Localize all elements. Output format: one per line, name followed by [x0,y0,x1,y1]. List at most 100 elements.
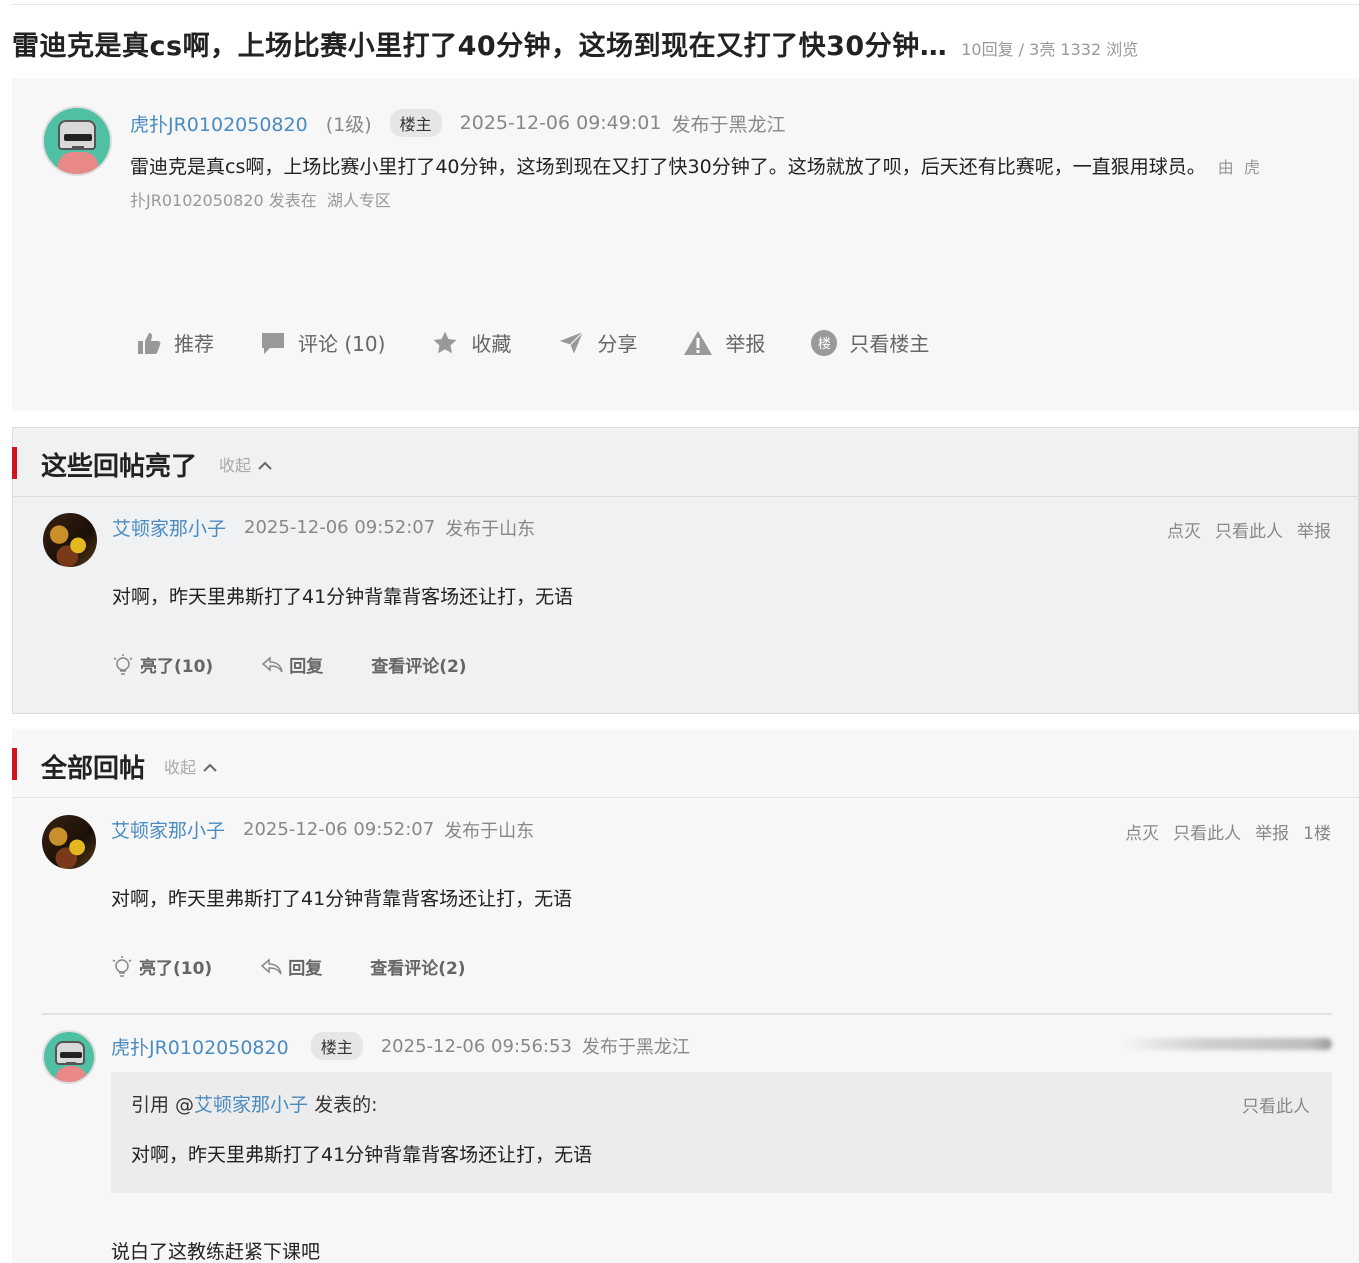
source-board[interactable]: 湖人专区 [327,191,391,210]
reply-location: 发布于黑龙江 [581,1037,690,1058]
highlight-section-title: 这些回帖亮了 [41,452,198,482]
all-replies-title: 全部回帖 [41,754,146,784]
only-this-user-button[interactable]: 只看此人 [1215,517,1283,542]
op-badge: 楼主 [389,109,442,137]
reply-actions: 亮了(10) 回复 查看评论(2) [111,954,514,979]
reply-button[interactable]: 回复 [260,954,322,979]
share-button[interactable]: 分享 [557,328,637,357]
reply-content: 对啊，昨天里弗斯打了41分钟背靠背客场还让打，无语 [112,586,574,608]
reply-content: 对啊，昨天里弗斯打了41分钟背靠背客场还让打，无语 [111,888,573,910]
comment-button[interactable]: 评论 (10) [260,328,385,357]
quote-content: 对啊，昨天里弗斯打了41分钟背靠背客场还让打，无语 [131,1144,593,1166]
reply-location: 发布于山东 [444,820,535,842]
thread-title: 雷迪克是真cs啊，上场比赛小里打了40分钟，这场到现在又打了快30分钟… [12,31,948,62]
thread-header: 雷迪克是真cs啊，上场比赛小里打了40分钟，这场到现在又打了快30分钟… 10回… [12,24,1138,64]
avatar[interactable] [43,513,97,567]
view-comments-button[interactable]: 查看评论(2) [371,652,466,677]
reply-content: 说白了这教练赶紧下课吧 [111,1241,321,1263]
view-comments-label: 查看评论(2) [370,959,466,979]
lightbulb-icon [112,955,132,977]
lightbulb-icon [113,653,133,675]
reply-location: 发布于山东 [445,518,536,540]
star-icon [434,331,457,353]
only-op-button[interactable]: 楼 只看楼主 [811,328,929,357]
all-collapse-toggle[interactable]: 收起 [164,754,217,778]
source-mid: 发表在 [268,191,317,210]
post-actions: 推荐 评论 (10) 收藏 分享 举报 楼 只看楼主 [136,328,975,357]
share-label: 分享 [597,332,638,356]
collapse-label: 收起 [219,456,252,475]
comment-icon [262,332,284,354]
report-link[interactable]: 举报 [1255,819,1289,844]
warning-icon [684,330,713,355]
only-this-user-button[interactable]: 只看此人 [1173,819,1241,844]
thumbs-up-icon [138,332,161,354]
reply-button[interactable]: 回复 [261,652,323,677]
recommend-button[interactable]: 推荐 [136,328,214,357]
light-label: 亮了(10) [139,959,213,979]
quote-only-this-user-button[interactable]: 只看此人 [1242,1092,1310,1117]
reply-author-link[interactable]: 艾顿家那小子 [112,514,226,541]
reply-actions: 亮了(10) 回复 查看评论(2) [112,652,515,677]
favorite-label: 收藏 [471,332,512,356]
reply-datetime: 2025-12-06 09:52:07 [243,819,435,840]
thread-stats: 10回复 / 3亮 1332 浏览 [961,40,1139,59]
recommend-label: 推荐 [174,332,214,356]
post-content: 雷迪克是真cs啊，上场比赛小里打了40分钟，这场到现在又打了快30分钟了。这场就… [130,156,1206,178]
view-comments-button[interactable]: 查看评论(2) [370,954,465,979]
chevron-up-icon [203,763,217,772]
reply-divider [42,1013,1332,1015]
light-button[interactable]: 亮了(10) [112,652,213,677]
avatar[interactable] [42,106,112,176]
blurred-tools [1120,1038,1332,1050]
quote-suffix: 发表的: [308,1094,378,1116]
post-location: 发布于黑龙江 [671,113,786,136]
light-button[interactable]: 亮了(10) [111,954,212,979]
report-link[interactable]: 举报 [1297,517,1331,542]
quote-header: 引用 @艾顿家那小子 发表的: [131,1090,378,1117]
main-post: 虎扑JR0102050820 (1级) 楼主 2025-12-06 09:49:… [12,78,1359,411]
reply-author-link[interactable]: 艾顿家那小子 [111,816,225,843]
reply-meta: 艾顿家那小子 2025-12-06 09:52:07 发布于山东 [111,816,534,843]
author-link[interactable]: 虎扑JR0102050820 [130,110,308,137]
dislike-button[interactable]: 点灭 [1167,517,1201,542]
section-divider [12,496,1359,497]
chevron-up-icon [258,461,272,470]
reply-datetime: 2025-12-06 09:52:07 [244,517,436,538]
reply-label: 回复 [289,657,324,677]
source-prefix: 由 [1217,158,1234,177]
quote-block: 引用 @艾顿家那小子 发表的: 只看此人 对啊，昨天里弗斯打了41分钟背靠背客场… [111,1072,1332,1193]
reply-datetime: 2025-12-06 09:56:53 [380,1035,572,1057]
post-body: 雷迪克是真cs啊，上场比赛小里打了40分钟，这场到现在又打了快30分钟了。这场就… [130,151,1260,217]
view-comments-label: 查看评论(2) [371,657,467,677]
reply-tools: 点灭 只看此人 举报 [1153,517,1331,542]
highlight-collapse-toggle[interactable]: 收起 [219,452,272,476]
user-level: (1级) [325,113,372,136]
avatar[interactable] [42,1030,96,1084]
op-badge: 楼主 [310,1032,363,1060]
dislike-button[interactable]: 点灭 [1125,819,1159,844]
report-button[interactable]: 举报 [683,328,765,357]
quoted-user-link[interactable]: 艾顿家那小子 [194,1094,308,1116]
collapse-label: 收起 [164,758,197,777]
favorite-button[interactable]: 收藏 [431,328,511,357]
section-accent-bar [12,748,17,780]
reply-arrow-icon [261,957,282,974]
avatar[interactable] [42,815,96,869]
post-datetime: 2025-12-06 09:49:01 [459,112,662,134]
reply-tools: 点灭 只看此人 举报 1楼 [1111,819,1331,844]
top-divider [12,4,1359,5]
only-op-label: 只看楼主 [849,332,930,356]
reply-author-link[interactable]: 虎扑JR0102050820 [111,1033,289,1060]
reply-meta: 虎扑JR0102050820 楼主 2025-12-06 09:56:53 发布… [111,1032,690,1060]
section-divider [12,797,1359,798]
send-icon [557,329,586,356]
reply-label: 回复 [288,959,323,979]
comment-label: 评论 (10) [298,332,386,356]
light-label: 亮了(10) [140,657,214,677]
reply-arrow-icon [262,655,283,672]
post-meta: 虎扑JR0102050820 (1级) 楼主 2025-12-06 09:49:… [130,109,785,137]
report-label: 举报 [725,332,766,356]
section-accent-bar [12,447,17,479]
reply-meta: 艾顿家那小子 2025-12-06 09:52:07 发布于山东 [112,514,535,541]
